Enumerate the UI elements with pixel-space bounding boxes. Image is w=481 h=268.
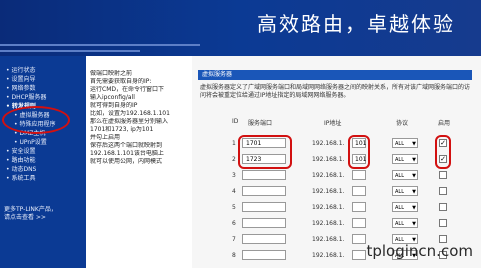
ip-prefix: 192.168.1. <box>312 220 345 227</box>
protocol-select[interactable]: ALL ▼ <box>392 138 418 148</box>
chevron-down-icon: ▼ <box>412 205 416 211</box>
column-ip: IP地址 <box>324 120 342 127</box>
chevron-down-icon: ▼ <box>412 221 416 227</box>
protocol-select[interactable]: ALL ▼ <box>392 202 418 212</box>
row-id: 2 <box>232 156 236 163</box>
chevron-down-icon: ▼ <box>412 157 416 163</box>
note-line: 首先需要获取自身的IP: <box>90 78 152 85</box>
service-port-input[interactable] <box>242 202 286 212</box>
protocol-select[interactable]: ALL ▼ <box>392 218 418 228</box>
protocol-value: ALL <box>395 205 404 211</box>
note-line: 就可以使用公网，内网模式 <box>90 158 163 165</box>
column-protocol: 协议 <box>396 120 409 127</box>
service-port-input[interactable] <box>242 218 286 228</box>
enable-checkbox[interactable] <box>439 203 447 211</box>
ip-prefix: 192.168.1. <box>312 156 345 163</box>
more-products-link[interactable]: 更多TP-LINK产品， 请点击查看 >> <box>4 206 57 222</box>
forwarding-rules-highlight <box>2 106 70 134</box>
table-row: 3 192.168.1. ALL ▼ <box>192 170 481 182</box>
row-id: 4 <box>232 188 236 195</box>
ip-prefix: 192.168.1. <box>312 204 345 211</box>
row-id: 1 <box>232 140 236 147</box>
protocol-value: ALL <box>395 157 404 163</box>
note-line: 192.168.1.101该台电脑上 <box>90 150 164 157</box>
note-line: 保存后这两个端口就映射到 <box>90 142 163 149</box>
protocol-select[interactable]: ALL ▼ <box>392 170 418 180</box>
banner-title: 高效路由，卓越体验 <box>257 12 455 36</box>
top-banner: 高效路由，卓越体验 <box>0 0 481 56</box>
ip-last-octet-input[interactable] <box>352 250 366 260</box>
ip-last-octet-input[interactable] <box>352 234 366 244</box>
ip-last-octet-input[interactable] <box>352 218 366 228</box>
service-port-input[interactable] <box>242 250 286 260</box>
row-id: 7 <box>232 236 236 243</box>
ip-last-octet-input[interactable] <box>352 202 366 212</box>
sidebar-item[interactable]: • 网络参数 <box>0 84 86 93</box>
enable-checkbox[interactable] <box>439 219 447 227</box>
sidebar: • 运行状态 • 设置向导 • 网络参数 • DHCP服务器 • 转发规则 • 虚拟服务器… <box>0 56 86 268</box>
ip-prefix: 192.168.1. <box>312 236 345 243</box>
sidebar-item[interactable]: • DHCP服务器 <box>0 93 86 102</box>
column-id: ID <box>232 118 239 125</box>
chevron-down-icon: ▼ <box>412 141 416 147</box>
ip-prefix: 192.168.1. <box>312 140 345 147</box>
ip-prefix: 192.168.1. <box>312 188 345 195</box>
row-id: 5 <box>232 204 236 211</box>
enable-checkbox[interactable] <box>439 187 447 195</box>
table-row: 4 192.168.1. ALL ▼ <box>192 186 481 198</box>
protocol-value: ALL <box>395 141 404 147</box>
sidebar-item[interactable]: • UPnP设置 <box>0 138 86 147</box>
sidebar-item[interactable]: • 路由功能 <box>0 156 86 165</box>
banner-stripe <box>0 50 140 52</box>
port-highlight <box>238 135 292 169</box>
note-line: 并勾上启用 <box>90 134 121 141</box>
note-line: 那么在虚拟服务器里分别输入 <box>90 118 169 125</box>
ip-highlight <box>348 135 370 169</box>
panel-description: 虚拟服务器定义了广域网服务端口和局域网网络服务器之间的映射关系，所有对该广域网服… <box>200 84 471 99</box>
protocol-select[interactable]: ALL ▼ <box>392 154 418 164</box>
sidebar-item[interactable]: • 动态DNS <box>0 165 86 174</box>
protocol-value: ALL <box>395 173 404 179</box>
note-line: 输入ipconfig/all <box>90 94 135 101</box>
service-port-input[interactable] <box>242 234 286 244</box>
more-products-line1: 更多TP-LINK产品， <box>4 206 57 213</box>
banner-stripe <box>0 44 200 46</box>
note-line: 比如，设置为192.168.1.101 <box>90 110 170 117</box>
note-line: 1701和1723, ip为101 <box>90 126 154 133</box>
ip-last-octet-input[interactable] <box>352 170 366 180</box>
protocol-select[interactable]: ALL ▼ <box>392 186 418 196</box>
table-row: 6 192.168.1. ALL ▼ <box>192 218 481 230</box>
column-enable: 启用 <box>438 120 451 127</box>
note-line: 做端口映射之前 <box>90 70 133 77</box>
protocol-value: ALL <box>395 189 404 195</box>
sidebar-item[interactable]: • 安全设置 <box>0 147 86 156</box>
chevron-down-icon: ▼ <box>412 189 416 195</box>
ip-prefix: 192.168.1. <box>312 252 345 259</box>
enable-checkbox[interactable] <box>439 171 447 179</box>
virtual-server-panel: 虚拟服务器 虚拟服务器定义了广域网服务端口和局域网网络服务器之间的映射关系，所有… <box>192 56 481 268</box>
table-row: 5 192.168.1. ALL ▼ <box>192 202 481 214</box>
sidebar-item[interactable]: • 系统工具 <box>0 174 86 183</box>
service-port-input[interactable] <box>242 170 286 180</box>
enable-highlight <box>435 135 451 169</box>
row-id: 3 <box>232 172 236 179</box>
protocol-value: ALL <box>395 221 404 227</box>
panel-header: 虚拟服务器 <box>198 70 472 80</box>
ip-prefix: 192.168.1. <box>312 172 345 179</box>
note-line: 运行CMD，在命令行窗口下 <box>90 86 164 93</box>
chevron-down-icon: ▼ <box>412 173 416 179</box>
ip-last-octet-input[interactable] <box>352 186 366 196</box>
notes-text: 做端口映射之前 首先需要获取自身的IP: 运行CMD，在命令行窗口下 输入ipconf… <box>90 70 190 166</box>
column-port: 服务端口 <box>248 120 273 127</box>
more-products-line2: 请点击查看 >> <box>4 214 46 221</box>
instruction-notes: 做端口映射之前 首先需要获取自身的IP: 运行CMD，在命令行窗口下 输入ipconf… <box>86 56 192 268</box>
sidebar-item[interactable]: • 运行状态 <box>0 66 86 75</box>
note-line: 就可得到自身的IP <box>90 102 138 109</box>
site-watermark: tplogincn.com <box>366 242 473 260</box>
row-id: 8 <box>232 252 236 259</box>
row-id: 6 <box>232 220 236 227</box>
sidebar-item[interactable]: • 设置向导 <box>0 75 86 84</box>
service-port-input[interactable] <box>242 186 286 196</box>
